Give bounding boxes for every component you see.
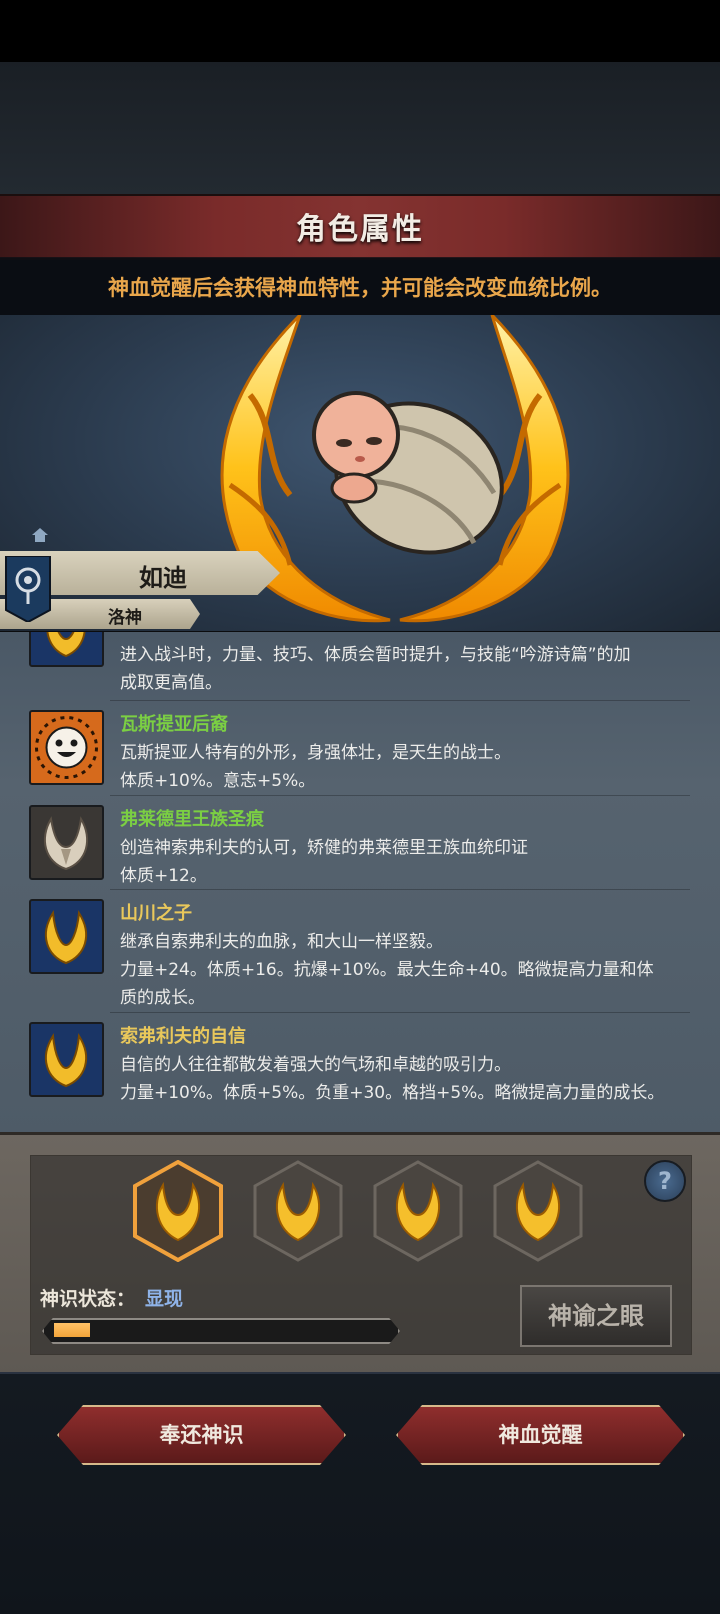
- trait-description: 瓦斯提亚人特有的外形，身强体壮，是天生的战士。: [120, 743, 511, 763]
- return-divine-sense-button[interactable]: 奉还神识: [57, 1405, 346, 1465]
- divine-slot-selected[interactable]: [133, 1160, 223, 1262]
- oracle-eye-button[interactable]: 神谕之眼: [520, 1285, 672, 1347]
- trait-description: 体质+12。: [120, 866, 207, 886]
- divine-progress-fill: [54, 1323, 90, 1337]
- trait-name: 山川之子: [120, 903, 192, 924]
- trait-description: 自信的人往往都散发着强大的气场和卓越的吸引力。: [120, 1055, 511, 1075]
- divine-flame-blue-icon: [29, 632, 104, 667]
- trait-description: 力量+10%。体质+5%。负重+30。格挡+5%。略微提高力量的成长。: [120, 1083, 665, 1103]
- trait-name: 瓦斯提亚后裔: [120, 714, 228, 735]
- divine-flame-blue-icon: [29, 1022, 104, 1097]
- bone-crest-icon: [29, 805, 104, 880]
- trait-name: 索弗利夫的自信: [120, 1026, 246, 1047]
- divider: [110, 1012, 690, 1013]
- character-title: 洛神: [108, 608, 142, 628]
- trait-description: 继承自索弗利夫的血脉，和大山一样坚毅。: [120, 932, 443, 952]
- page-subtitle: 神血觉醒后会获得神血特性，并可能会改变血统比例。: [108, 276, 612, 300]
- divine-progress-bar: [42, 1318, 400, 1344]
- trait-name: 弗莱德里王族圣痕: [120, 809, 264, 830]
- trait-description: 成取更高值。: [120, 673, 222, 693]
- trait-description: 创造神索弗利夫的认可，矫健的弗莱德里王族血统印证: [120, 838, 528, 858]
- status-bar: [0, 0, 720, 62]
- divine-slot[interactable]: [493, 1160, 583, 1262]
- trait-list[interactable]: 进入战斗时，力量、技巧、体质会暂时提升，与技能“吟游诗篇”的加 成取更高值。 瓦…: [0, 632, 720, 1138]
- divider: [110, 795, 690, 796]
- baby-portrait: [312, 391, 504, 555]
- trait-description: 质的成长。: [120, 988, 205, 1008]
- faction-banner-icon: [5, 556, 51, 622]
- divine-slot[interactable]: [373, 1160, 463, 1262]
- divine-blood-awaken-button[interactable]: 神血觉醒: [396, 1405, 685, 1465]
- home-icon[interactable]: [32, 528, 48, 542]
- help-button[interactable]: ?: [644, 1160, 686, 1202]
- trait-description: 进入战斗时，力量、技巧、体质会暂时提升，与技能“吟游诗篇”的加: [120, 645, 631, 665]
- divine-slot[interactable]: [253, 1160, 343, 1262]
- background-upper: [0, 62, 720, 194]
- trait-description: 体质+10%。意志+5%。: [120, 771, 316, 791]
- divider: [110, 889, 690, 890]
- trait-description: 力量+24。体质+16。抗爆+10%。最大生命+40。略微提高力量和体: [120, 960, 654, 980]
- divine-status-label: 神识状态：: [40, 1288, 136, 1310]
- smiling-sun-face-icon: [29, 710, 104, 785]
- divider: [110, 700, 690, 701]
- character-name: 如迪: [139, 564, 187, 592]
- divine-status-value: 显现: [145, 1288, 184, 1310]
- divine-flame-blue-icon: [29, 899, 104, 974]
- page-title: 角色属性: [296, 212, 424, 247]
